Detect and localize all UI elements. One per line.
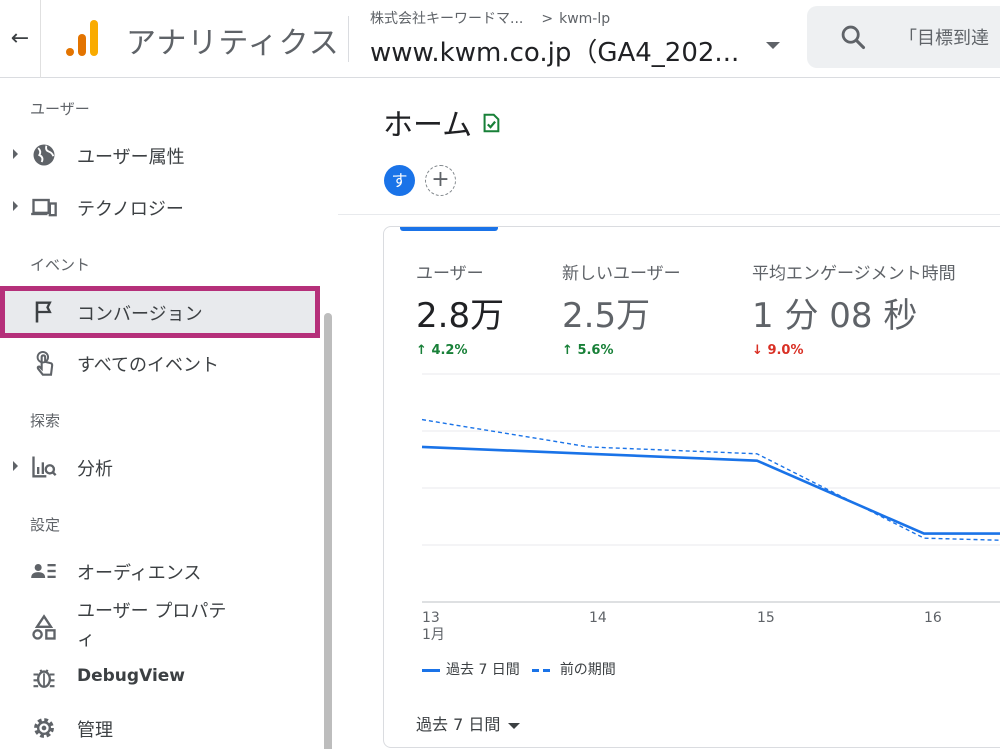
trend-chart: 13 14 15 16 1月	[421, 373, 1000, 643]
sidebar-item-demographics[interactable]: ユーザー属性	[0, 131, 320, 179]
sidebar-item-label: コンバージョン	[77, 304, 203, 325]
search-input[interactable]: 「目標到達	[899, 24, 989, 50]
x-tick-label: 14	[589, 610, 607, 626]
active-metric-indicator	[400, 227, 498, 231]
sidebar-item-audiences[interactable]: オーディエンス	[0, 547, 320, 595]
sidebar-item-label: ユーザー プロパティ	[77, 601, 227, 650]
x-tick-label: 13	[422, 610, 440, 626]
search-bar[interactable]: 「目標到達	[807, 6, 1000, 68]
legend-current: 過去 7 日間	[446, 662, 520, 678]
metric-change-value: 5.6%	[577, 343, 614, 358]
metric-users[interactable]: ユーザー 2.8万 ↑ 4.2%	[416, 259, 504, 358]
series-line-current	[421, 445, 1000, 535]
divider	[338, 214, 1000, 215]
add-comparison-button[interactable]: +	[425, 165, 456, 196]
nav-section-explore: 探索	[30, 412, 61, 430]
metric-change-value: 9.0%	[767, 343, 804, 358]
arrow-back-icon[interactable]: ←	[8, 24, 32, 54]
verified-report-icon[interactable]	[480, 112, 502, 134]
expand-arrow-icon[interactable]	[13, 201, 18, 211]
metric-change: ↓ 9.0%	[752, 343, 956, 358]
metric-engagement-time[interactable]: 平均エンゲージメント時間 1 分 08 秒 ↓ 9.0%	[752, 259, 956, 358]
sidebar-scrollbar[interactable]	[324, 313, 332, 749]
sidebar-item-technology[interactable]: テクノロジー	[0, 183, 320, 231]
gear-icon	[34, 718, 54, 738]
breadcrumb-stream[interactable]: kwm-lp	[559, 11, 610, 27]
chevron-down-icon[interactable]	[766, 42, 780, 49]
x-tick-label: 15	[757, 610, 775, 626]
metric-value: 2.8万	[416, 296, 505, 336]
sidebar-item-label: ユーザー属性	[77, 147, 185, 168]
touch-icon	[36, 350, 54, 376]
search-icon[interactable]	[839, 23, 867, 51]
arrow-down-icon: ↓	[752, 343, 763, 358]
metric-new-users[interactable]: 新しいユーザー 2.5万 ↑ 5.6%	[562, 259, 681, 358]
sidebar-item-admin[interactable]: 管理	[0, 704, 320, 749]
divider	[40, 0, 41, 78]
arrow-up-icon: ↑	[562, 343, 573, 358]
sidebar-item-analysis[interactable]: 分析	[0, 443, 320, 491]
flag-icon	[35, 301, 52, 323]
date-range-label: 過去 7 日間	[416, 715, 501, 734]
sidebar-item-label: すべてのイベント	[77, 355, 220, 376]
devices-icon	[31, 198, 57, 217]
page-title: ホーム	[383, 108, 473, 143]
breadcrumb-account[interactable]: 株式会社キーワードマ...	[370, 11, 523, 27]
metric-change: ↑ 5.6%	[562, 343, 681, 358]
metric-label: 平均エンゲージメント時間	[752, 264, 956, 284]
chevron-down-icon[interactable]	[508, 722, 521, 729]
x-tick-label: 16	[924, 610, 942, 626]
legend-swatch-solid	[422, 668, 440, 672]
metric-value: 2.5万	[562, 296, 651, 336]
top-app-bar: ← アナリティクス 株式会社キーワードマ... > kwm-lp www.kwm.c…	[0, 0, 1000, 78]
sidebar-item-conversions[interactable]: コンバージョン	[0, 286, 320, 338]
breadcrumb-separator: >	[541, 11, 554, 27]
nav-section-users: ユーザー	[30, 100, 90, 118]
series-line-previous	[421, 418, 1000, 541]
expand-arrow-icon[interactable]	[13, 461, 18, 471]
expand-arrow-icon[interactable]	[13, 149, 18, 159]
metric-label: ユーザー	[416, 264, 484, 284]
breadcrumb[interactable]: 株式会社キーワードマ... > kwm-lp	[370, 8, 610, 28]
globe-icon	[33, 144, 55, 166]
date-range-selector[interactable]: 過去 7 日間	[416, 711, 521, 735]
nav-section-events: イベント	[30, 256, 91, 274]
analysis-icon	[32, 456, 57, 478]
arrow-up-icon: ↑	[416, 343, 427, 358]
sidebar-item-user-properties[interactable]: ユーザー プロパティ	[0, 594, 320, 654]
metric-change-value: 4.2%	[431, 343, 468, 358]
legend-previous: 前の期間	[559, 662, 616, 678]
property-selector[interactable]: www.kwm.co.jp（GA4_202...	[370, 32, 739, 69]
app-title: アナリティクス	[126, 26, 340, 61]
sidebar-item-label: 管理	[77, 720, 113, 741]
metric-value: 1 分 08 秒	[752, 296, 918, 336]
sidebar-item-label: テクノロジー	[77, 199, 184, 220]
metric-label: 新しいユーザー	[562, 264, 681, 284]
metric-change: ↑ 4.2%	[416, 343, 504, 358]
divider	[348, 16, 349, 62]
chart-legend: 過去 7 日間 前の期間	[422, 659, 616, 679]
sidebar-item-all-events[interactable]: すべてのイベント	[0, 339, 320, 387]
bug-icon	[33, 669, 55, 688]
nav-section-settings: 設定	[30, 516, 61, 534]
left-navigation: ユーザー ユーザー属性 テクノロジー イベント コンバージョン すべてのイベント	[0, 78, 338, 749]
sidebar-item-label: DebugView	[77, 666, 186, 686]
sidebar-item-label: オーディエンス	[77, 563, 202, 584]
segment-chip[interactable]: す	[384, 165, 415, 196]
sidebar-item-label: 分析	[77, 459, 113, 480]
sidebar-item-debugview[interactable]: DebugView	[0, 654, 320, 702]
audience-icon	[31, 564, 56, 578]
analytics-logo-icon[interactable]	[64, 18, 104, 58]
overview-card: ユーザー 2.8万 ↑ 4.2% 新しいユーザー 2.5万 ↑ 5.6% 平均エ…	[383, 226, 1000, 748]
legend-swatch-dashed	[531, 668, 554, 672]
shapes-icon	[32, 614, 56, 640]
x-month-label: 1月	[422, 627, 445, 643]
